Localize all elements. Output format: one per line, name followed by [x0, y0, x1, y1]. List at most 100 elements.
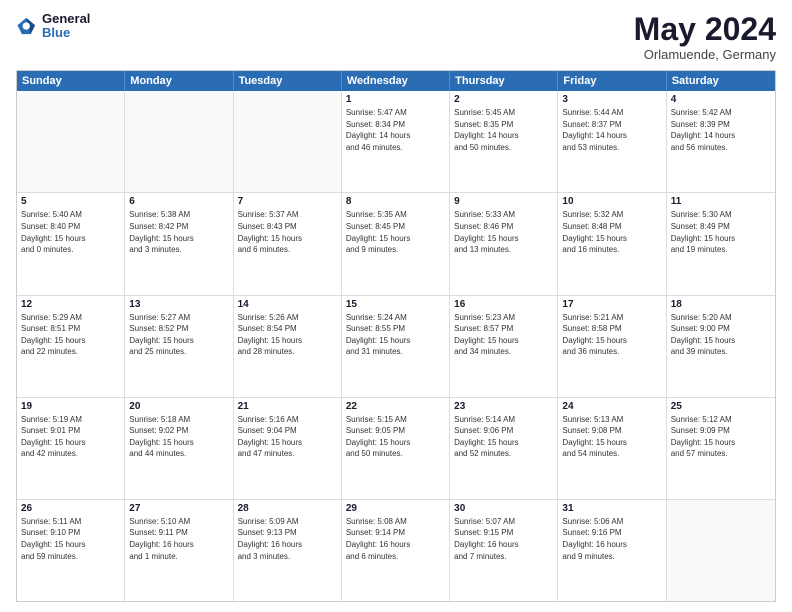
- logo-text: General Blue: [42, 12, 90, 41]
- day-number: 1: [346, 94, 445, 105]
- day-cell-16: 16 Sunrise: 5:23 AMSunset: 8:57 PMDayligh…: [450, 296, 558, 397]
- day-number: 18: [671, 299, 771, 310]
- day-cell-2: 2 Sunrise: 5:45 AMSunset: 8:35 PMDaylight…: [450, 91, 558, 192]
- day-info: Sunrise: 5:08 AMSunset: 9:14 PMDaylight:…: [346, 516, 445, 562]
- logo-icon: [16, 15, 38, 37]
- day-info: Sunrise: 5:32 AMSunset: 8:48 PMDaylight:…: [562, 209, 661, 255]
- logo-line1: General: [42, 12, 90, 26]
- day-number: 30: [454, 503, 553, 514]
- day-number: 5: [21, 196, 120, 207]
- day-info: Sunrise: 5:26 AMSunset: 8:54 PMDaylight:…: [238, 312, 337, 358]
- day-header-friday: Friday: [558, 71, 666, 91]
- day-number: 25: [671, 401, 771, 412]
- day-number: 26: [21, 503, 120, 514]
- title-block: May 2024 Orlamuende, Germany: [634, 12, 776, 62]
- day-info: Sunrise: 5:33 AMSunset: 8:46 PMDaylight:…: [454, 209, 553, 255]
- day-cell-27: 27Sunrise: 5:10 AMSunset: 9:11 PMDayligh…: [125, 500, 233, 601]
- calendar-week-4: 19 Sunrise: 5:19 AMSunset: 9:01 PMDayligh…: [17, 398, 775, 500]
- calendar-week-2: 5 Sunrise: 5:40 AMSunset: 8:40 PMDaylight…: [17, 193, 775, 295]
- day-info: Sunrise: 5:15 AMSunset: 9:05 PMDaylight:…: [346, 414, 445, 460]
- calendar: SundayMondayTuesdayWednesdayThursdayFrid…: [16, 70, 776, 602]
- day-info: Sunrise: 5:16 AMSunset: 9:04 PMDaylight:…: [238, 414, 337, 460]
- header: General Blue May 2024 Orlamuende, German…: [16, 12, 776, 62]
- day-cell-19: 19 Sunrise: 5:19 AMSunset: 9:01 PMDayligh…: [17, 398, 125, 499]
- day-cell-17: 17 Sunrise: 5:21 AMSunset: 8:58 PMDayligh…: [558, 296, 666, 397]
- day-info: Sunrise: 5:35 AMSunset: 8:45 PMDaylight:…: [346, 209, 445, 255]
- subtitle: Orlamuende, Germany: [634, 47, 776, 62]
- day-cell-1: 1 Sunrise: 5:47 AMSunset: 8:34 PMDaylight…: [342, 91, 450, 192]
- day-number: 16: [454, 299, 553, 310]
- day-cell-31: 31Sunrise: 5:06 AMSunset: 9:16 PMDayligh…: [558, 500, 666, 601]
- day-cell-15: 15 Sunrise: 5:24 AMSunset: 8:55 PMDayligh…: [342, 296, 450, 397]
- day-number: 29: [346, 503, 445, 514]
- day-info: Sunrise: 5:23 AMSunset: 8:57 PMDaylight:…: [454, 312, 553, 358]
- logo-line2: Blue: [42, 26, 90, 40]
- day-number: 4: [671, 94, 771, 105]
- day-info: Sunrise: 5:21 AMSunset: 8:58 PMDaylight:…: [562, 312, 661, 358]
- day-cell-11: 11 Sunrise: 5:30 AMSunset: 8:49 PMDayligh…: [667, 193, 775, 294]
- day-number: 10: [562, 196, 661, 207]
- day-number: 31: [562, 503, 661, 514]
- day-info: Sunrise: 5:45 AMSunset: 8:35 PMDaylight:…: [454, 107, 553, 153]
- day-number: 17: [562, 299, 661, 310]
- day-cell-13: 13 Sunrise: 5:27 AMSunset: 8:52 PMDayligh…: [125, 296, 233, 397]
- day-cell-30: 30Sunrise: 5:07 AMSunset: 9:15 PMDayligh…: [450, 500, 558, 601]
- day-cell-21: 21Sunrise: 5:16 AMSunset: 9:04 PMDayligh…: [234, 398, 342, 499]
- day-number: 2: [454, 94, 553, 105]
- day-cell-25: 25 Sunrise: 5:12 AMSunset: 9:09 PMDayligh…: [667, 398, 775, 499]
- day-info: Sunrise: 5:38 AMSunset: 8:42 PMDaylight:…: [129, 209, 228, 255]
- calendar-body: 1 Sunrise: 5:47 AMSunset: 8:34 PMDaylight…: [17, 91, 775, 601]
- day-number: 6: [129, 196, 228, 207]
- day-cell-14: 14Sunrise: 5:26 AMSunset: 8:54 PMDayligh…: [234, 296, 342, 397]
- day-header-wednesday: Wednesday: [342, 71, 450, 91]
- day-cell-18: 18 Sunrise: 5:20 AMSunset: 9:00 PMDayligh…: [667, 296, 775, 397]
- day-info: Sunrise: 5:20 AMSunset: 9:00 PMDaylight:…: [671, 312, 771, 358]
- day-number: 20: [129, 401, 228, 412]
- calendar-week-1: 1 Sunrise: 5:47 AMSunset: 8:34 PMDaylight…: [17, 91, 775, 193]
- calendar-week-5: 26Sunrise: 5:11 AMSunset: 9:10 PMDayligh…: [17, 500, 775, 601]
- day-info: Sunrise: 5:29 AMSunset: 8:51 PMDaylight:…: [21, 312, 120, 358]
- day-number: 22: [346, 401, 445, 412]
- page: General Blue May 2024 Orlamuende, German…: [0, 0, 792, 612]
- day-number: 11: [671, 196, 771, 207]
- day-header-tuesday: Tuesday: [234, 71, 342, 91]
- day-cell-10: 10 Sunrise: 5:32 AMSunset: 8:48 PMDayligh…: [558, 193, 666, 294]
- day-info: Sunrise: 5:14 AMSunset: 9:06 PMDaylight:…: [454, 414, 553, 460]
- day-cell-empty-4-6: [667, 500, 775, 601]
- day-number: 23: [454, 401, 553, 412]
- day-number: 27: [129, 503, 228, 514]
- day-number: 15: [346, 299, 445, 310]
- day-number: 13: [129, 299, 228, 310]
- day-header-saturday: Saturday: [667, 71, 775, 91]
- day-cell-29: 29 Sunrise: 5:08 AMSunset: 9:14 PMDayligh…: [342, 500, 450, 601]
- day-info: Sunrise: 5:24 AMSunset: 8:55 PMDaylight:…: [346, 312, 445, 358]
- calendar-header-row: SundayMondayTuesdayWednesdayThursdayFrid…: [17, 71, 775, 91]
- day-cell-26: 26Sunrise: 5:11 AMSunset: 9:10 PMDayligh…: [17, 500, 125, 601]
- day-info: Sunrise: 5:12 AMSunset: 9:09 PMDaylight:…: [671, 414, 771, 460]
- day-info: Sunrise: 5:30 AMSunset: 8:49 PMDaylight:…: [671, 209, 771, 255]
- day-number: 3: [562, 94, 661, 105]
- day-cell-23: 23 Sunrise: 5:14 AMSunset: 9:06 PMDayligh…: [450, 398, 558, 499]
- day-cell-7: 7Sunrise: 5:37 AMSunset: 8:43 PMDaylight…: [234, 193, 342, 294]
- day-info: Sunrise: 5:18 AMSunset: 9:02 PMDaylight:…: [129, 414, 228, 460]
- day-cell-4: 4Sunrise: 5:42 AMSunset: 8:39 PMDaylight…: [667, 91, 775, 192]
- day-cell-28: 28Sunrise: 5:09 AMSunset: 9:13 PMDayligh…: [234, 500, 342, 601]
- day-header-monday: Monday: [125, 71, 233, 91]
- day-cell-24: 24 Sunrise: 5:13 AMSunset: 9:08 PMDayligh…: [558, 398, 666, 499]
- day-cell-empty-0-2: [234, 91, 342, 192]
- day-cell-8: 8 Sunrise: 5:35 AMSunset: 8:45 PMDaylight…: [342, 193, 450, 294]
- day-number: 9: [454, 196, 553, 207]
- day-number: 12: [21, 299, 120, 310]
- day-info: Sunrise: 5:40 AMSunset: 8:40 PMDaylight:…: [21, 209, 120, 255]
- day-info: Sunrise: 5:44 AMSunset: 8:37 PMDaylight:…: [562, 107, 661, 153]
- day-cell-12: 12 Sunrise: 5:29 AMSunset: 8:51 PMDayligh…: [17, 296, 125, 397]
- day-number: 19: [21, 401, 120, 412]
- day-info: Sunrise: 5:27 AMSunset: 8:52 PMDaylight:…: [129, 312, 228, 358]
- day-cell-3: 3 Sunrise: 5:44 AMSunset: 8:37 PMDaylight…: [558, 91, 666, 192]
- day-info: Sunrise: 5:47 AMSunset: 8:34 PMDaylight:…: [346, 107, 445, 153]
- main-title: May 2024: [634, 12, 776, 47]
- day-number: 8: [346, 196, 445, 207]
- day-info: Sunrise: 5:19 AMSunset: 9:01 PMDaylight:…: [21, 414, 120, 460]
- day-number: 24: [562, 401, 661, 412]
- day-info: Sunrise: 5:13 AMSunset: 9:08 PMDaylight:…: [562, 414, 661, 460]
